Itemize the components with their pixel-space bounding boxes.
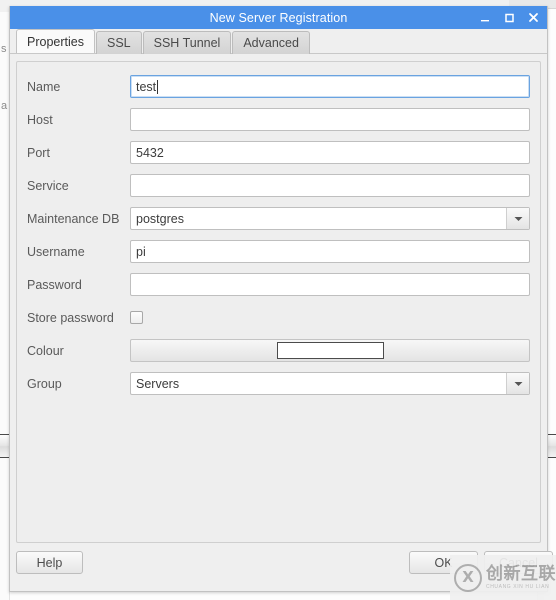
password-input[interactable] (130, 273, 530, 296)
service-input[interactable] (130, 174, 530, 197)
properties-panel: Name test Host Port 5432 Service Mainten… (16, 61, 541, 543)
maintenance-db-select[interactable]: postgres (130, 207, 530, 230)
password-label: Password (27, 277, 82, 292)
username-input[interactable]: pi (130, 240, 530, 263)
field-row-port: Port 5432 (27, 136, 530, 169)
text-caret (157, 79, 159, 94)
close-icon[interactable] (527, 11, 540, 24)
name-label: Name (27, 79, 61, 94)
colour-picker-button[interactable] (130, 339, 530, 362)
tab-strip: Properties SSL SSH Tunnel Advanced (10, 29, 547, 54)
tab-ssl[interactable]: SSL (95, 31, 142, 54)
dialog-title: New Server Registration (209, 10, 348, 25)
group-label: Group (27, 376, 62, 391)
chevron-down-icon[interactable] (506, 208, 529, 229)
colour-label: Colour (27, 343, 64, 358)
host-label: Host (27, 112, 53, 127)
tab-properties-label: Properties (27, 35, 84, 49)
field-row-group: Group Servers (27, 367, 530, 400)
field-row-maintenance-db: Maintenance DB postgres (27, 202, 530, 235)
tab-ssh-tunnel[interactable]: SSH Tunnel (142, 31, 232, 54)
field-row-password: Password (27, 268, 530, 301)
field-row-service: Service (27, 169, 530, 202)
port-input-value: 5432 (136, 145, 164, 160)
help-button-label: Help (36, 555, 63, 570)
help-button[interactable]: Help (16, 551, 83, 574)
tab-ssh-tunnel-label: SSH Tunnel (153, 36, 221, 50)
window-controls (479, 6, 540, 29)
maintenance-db-value: postgres (136, 211, 184, 226)
username-input-value: pi (136, 244, 146, 259)
group-value: Servers (136, 376, 180, 391)
field-row-username: Username pi (27, 235, 530, 268)
group-select[interactable]: Servers (130, 372, 530, 395)
field-row-host: Host (27, 103, 530, 136)
maximize-icon[interactable] (503, 11, 516, 24)
tab-ssl-label: SSL (106, 36, 131, 50)
name-input-value: test (136, 79, 157, 94)
name-input[interactable]: test (130, 75, 530, 98)
maintenance-db-label: Maintenance DB (27, 211, 120, 226)
cancel-button-label: Cancel (499, 555, 538, 570)
field-row-store-password: Store password (27, 301, 530, 334)
tab-properties[interactable]: Properties (16, 29, 95, 53)
port-label: Port (27, 145, 50, 160)
minimize-icon[interactable] (479, 11, 492, 24)
host-input[interactable] (130, 108, 530, 131)
new-server-registration-dialog: New Server Registration Properties SSL S… (9, 6, 553, 592)
port-input[interactable]: 5432 (130, 141, 530, 164)
service-label: Service (27, 178, 69, 193)
tab-advanced[interactable]: Advanced (232, 31, 310, 54)
store-password-checkbox[interactable] (130, 311, 143, 324)
cancel-button[interactable]: Cancel (484, 551, 553, 574)
store-password-label: Store password (27, 310, 114, 325)
dialog-button-bar: Help OK Cancel (10, 543, 553, 591)
colour-swatch (276, 342, 384, 359)
field-row-name: Name test (27, 70, 530, 103)
background-text-fragment-1: s (1, 43, 7, 55)
ok-button-label: OK (434, 555, 453, 570)
username-label: Username (27, 244, 85, 259)
dialog-title-bar[interactable]: New Server Registration (10, 6, 547, 29)
chevron-down-icon[interactable] (506, 373, 529, 394)
background-text-fragment-2: a (1, 100, 8, 112)
ok-button[interactable]: OK (409, 551, 478, 574)
background-horizontal-scrollbar-left[interactable] (0, 434, 9, 458)
tab-advanced-label: Advanced (243, 36, 299, 50)
field-row-colour: Colour (27, 334, 530, 367)
